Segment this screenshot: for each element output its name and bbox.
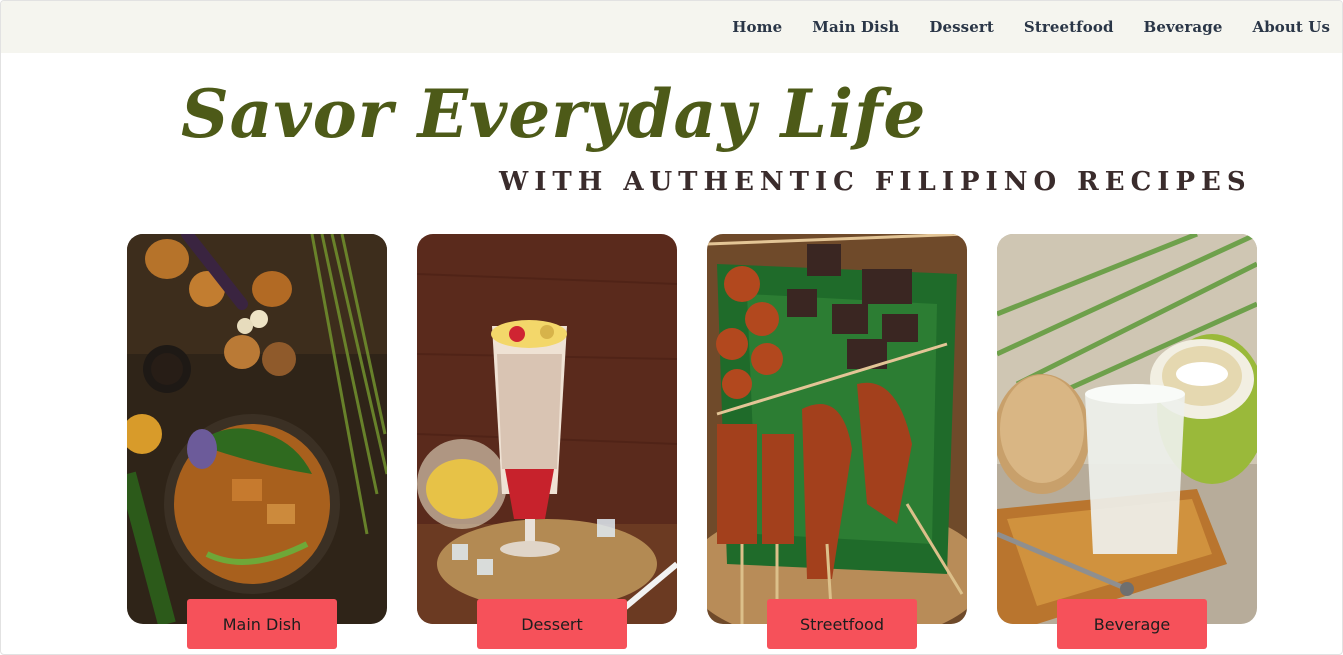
nav-streetfood[interactable]: Streetfood — [1024, 18, 1114, 36]
nav-home[interactable]: Home — [732, 18, 782, 36]
streetfood-image[interactable] — [707, 234, 967, 624]
top-navbar: Home Main Dish Dessert Streetfood Bevera… — [1, 1, 1342, 53]
dessert-image[interactable] — [417, 234, 677, 624]
nav-main-dish[interactable]: Main Dish — [812, 18, 899, 36]
coconut-juice-illustration — [997, 234, 1257, 624]
nav-dessert[interactable]: Dessert — [929, 18, 994, 36]
kare-kare-illustration — [127, 234, 387, 624]
main-dish-image[interactable] — [127, 234, 387, 624]
beverage-button[interactable]: Beverage — [1057, 599, 1207, 649]
hero-title: Savor Everyday Life — [181, 75, 927, 153]
nav-beverage[interactable]: Beverage — [1144, 18, 1223, 36]
hero-subtitle: WITH AUTHENTIC FILIPINO RECIPES — [499, 167, 1252, 197]
page: Home Main Dish Dessert Streetfood Bevera… — [0, 0, 1343, 655]
dessert-button[interactable]: Dessert — [477, 599, 627, 649]
main-nav: Home Main Dish Dessert Streetfood Bevera… — [732, 1, 1330, 53]
streetfood-button[interactable]: Streetfood — [767, 599, 917, 649]
halo-halo-illustration — [417, 234, 677, 624]
beverage-image[interactable] — [997, 234, 1257, 624]
streetfood-illustration — [707, 234, 967, 624]
main-dish-button[interactable]: Main Dish — [187, 599, 337, 649]
nav-about-us[interactable]: About Us — [1252, 18, 1330, 36]
